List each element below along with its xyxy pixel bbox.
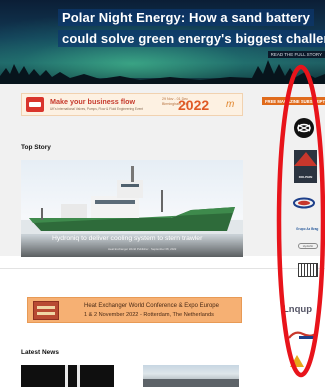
hero-headline-line-2[interactable]: could solve green energy's biggest chall… [58, 30, 325, 47]
ad-brand-mark: m [226, 99, 235, 110]
latest-news-thumbnail-1[interactable] [21, 365, 114, 387]
conference-ad-line-2: 1 & 2 November 2022 - Rotterdam, The Net… [84, 312, 214, 318]
conference-ad-banner[interactable]: Heat Exchanger World Conference & Expo E… [27, 297, 242, 323]
top-story-card[interactable] [21, 160, 243, 257]
ad-headline: Make your business flow [50, 97, 136, 106]
read-full-story-link[interactable]: READ THE FULL STORY [267, 51, 325, 58]
top-story-headline[interactable]: Hydroniq to deliver cooling system to st… [52, 235, 202, 242]
thumb-stripe [65, 365, 68, 387]
latest-news-thumbnail-2[interactable] [143, 365, 239, 387]
hero-headline-line-1[interactable]: Polar Night Energy: How a sand battery [58, 9, 314, 26]
latest-news-heading: Latest News [21, 349, 59, 356]
conference-logo-icon [33, 301, 59, 320]
ad-year: 2022 [178, 97, 210, 113]
event-ad-banner[interactable]: Make your business flow UK's internation… [21, 93, 243, 116]
top-story-meta: Heat Exchanger World Publisher · Septemb… [108, 247, 177, 251]
top-story-heading: Top Story [21, 144, 51, 151]
conference-ad-line-1: Heat Exchanger World Conference & Expo E… [84, 303, 219, 309]
annotation-oval [276, 64, 325, 378]
ad-subline: UK's international Valves, Pumps, Flow &… [50, 107, 144, 111]
event-logo-icon [26, 97, 44, 112]
thumb-landscape [143, 379, 239, 387]
thumb-stripe [77, 365, 80, 387]
